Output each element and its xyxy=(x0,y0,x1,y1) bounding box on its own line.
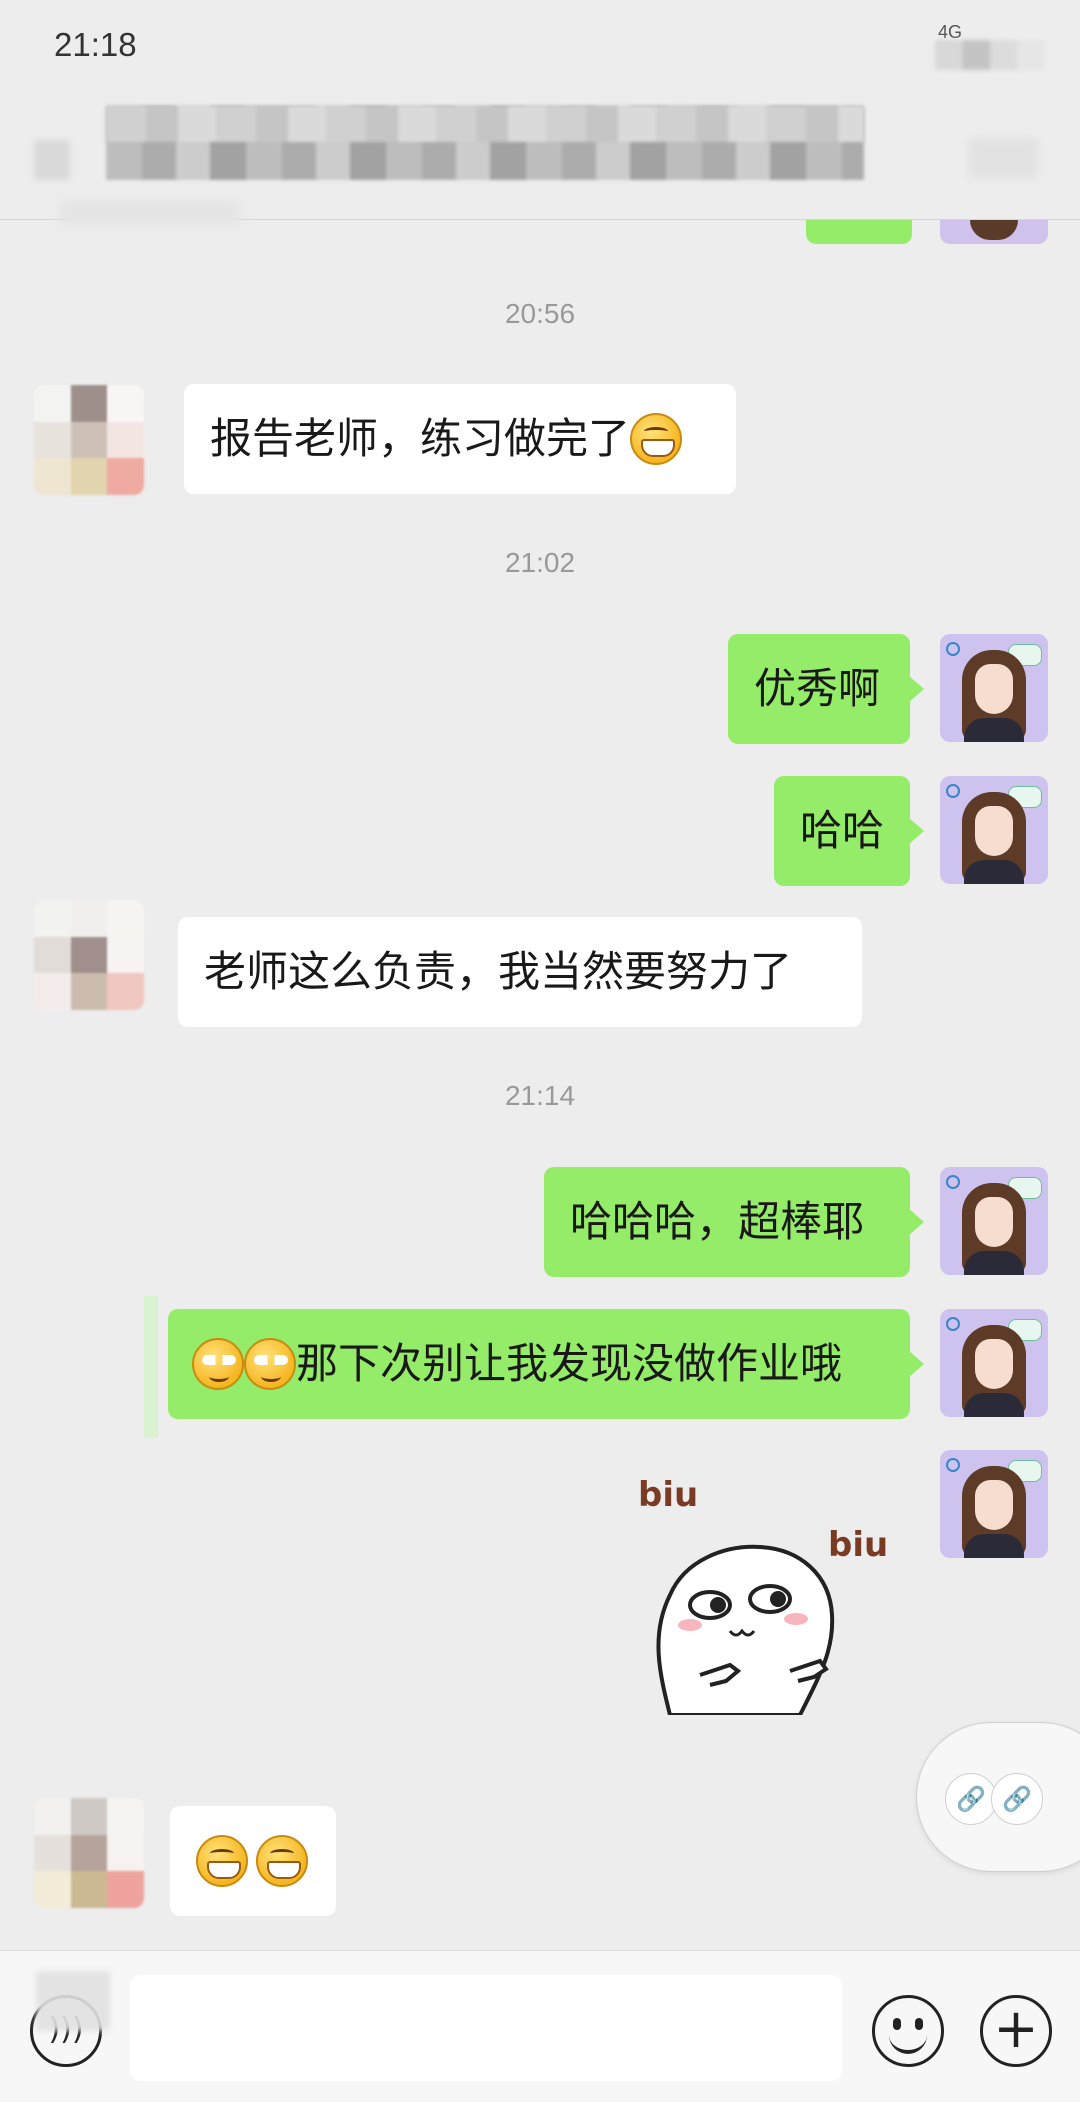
message-text: 哈哈哈，超棒耶 xyxy=(570,1197,865,1246)
avatar-body xyxy=(964,718,1024,742)
partial-outgoing-bubble[interactable] xyxy=(806,220,912,244)
sticker-character-icon xyxy=(656,1544,835,1715)
avatar[interactable] xyxy=(940,1167,1048,1275)
selection-marker xyxy=(144,1296,158,1438)
status-time: 21:18 xyxy=(54,26,137,63)
message-bubble[interactable]: 优秀啊 xyxy=(728,634,924,744)
partial-avatar[interactable] xyxy=(940,220,1048,244)
timestamp: 20:56 xyxy=(504,298,576,329)
avatar[interactable] xyxy=(940,1309,1048,1417)
avatar-badge xyxy=(946,784,960,798)
header-subtitle-blur xyxy=(60,200,240,226)
avatar[interactable] xyxy=(940,776,1048,884)
avatar-body xyxy=(964,1393,1024,1417)
timestamp: 21:02 xyxy=(504,547,576,578)
grin-emoji-icon xyxy=(196,1834,248,1887)
avatar[interactable] xyxy=(940,634,1048,742)
avatar-face xyxy=(975,1480,1013,1530)
avatar-body xyxy=(964,1534,1024,1558)
avatar-face xyxy=(975,1339,1013,1389)
message-bubble[interactable]: 报告老师，练习做完了 xyxy=(184,384,736,494)
message-bubble[interactable]: 老师这么负责，我当然要努力了 xyxy=(178,917,862,1027)
avatar-face xyxy=(975,664,1013,714)
avatar-body xyxy=(964,860,1024,884)
chat-header xyxy=(0,100,1080,226)
avatar[interactable] xyxy=(34,900,144,1010)
emoji-icon[interactable] xyxy=(872,1995,944,2067)
smirk-emoji-icon xyxy=(244,1337,296,1390)
chat-title-blur xyxy=(106,106,864,142)
sticker-message[interactable]: biu biu xyxy=(630,1475,890,1715)
avatar-badge xyxy=(946,1317,960,1331)
message-bubble[interactable]: 那下次别让我发现没做作业哦 xyxy=(168,1309,924,1419)
grin-emoji-icon xyxy=(630,412,683,465)
message-text: 优秀啊 xyxy=(754,664,881,713)
smirk-emoji-icon xyxy=(192,1337,244,1390)
message-input[interactable] xyxy=(130,1975,842,2081)
link-icon[interactable]: 🔗 xyxy=(945,1773,997,1825)
avatar[interactable] xyxy=(34,385,144,495)
plus-icon[interactable]: + xyxy=(980,1995,1052,2067)
message-bubble[interactable]: 哈哈 xyxy=(774,776,924,886)
input-bar: ))) + xyxy=(0,1950,1080,2102)
avatar-badge xyxy=(946,642,960,656)
message-text: 报告老师，练习做完了 xyxy=(210,414,631,463)
back-icon[interactable] xyxy=(34,140,70,180)
avatar[interactable] xyxy=(34,1798,144,1908)
status-bar: 21:18 4G xyxy=(0,0,1080,100)
avatar-face xyxy=(975,806,1013,856)
message-text: 老师这么负责，我当然要努力了 xyxy=(204,947,793,996)
avatar-badge xyxy=(946,1175,960,1189)
message-bubble[interactable]: 哈哈哈，超棒耶 xyxy=(544,1167,924,1277)
voice-blur-overlay xyxy=(36,1971,110,2031)
message-bubble[interactable] xyxy=(170,1806,336,1916)
grin-emoji-icon xyxy=(256,1834,308,1887)
avatar-badge xyxy=(946,1458,960,1472)
avatar[interactable] xyxy=(940,1450,1048,1558)
floating-window-pill[interactable]: 🔗 🔗 xyxy=(916,1722,1080,1872)
message-text: 那下次别让我发现没做作业哦 xyxy=(296,1339,843,1388)
more-icon[interactable] xyxy=(968,138,1038,178)
avatar-body xyxy=(964,1251,1024,1275)
timestamp: 21:14 xyxy=(504,1080,576,1111)
avatar-face xyxy=(975,1197,1013,1247)
link-icon[interactable]: 🔗 xyxy=(991,1773,1043,1825)
battery-icon xyxy=(935,40,1045,70)
message-text: 哈哈 xyxy=(800,806,885,855)
